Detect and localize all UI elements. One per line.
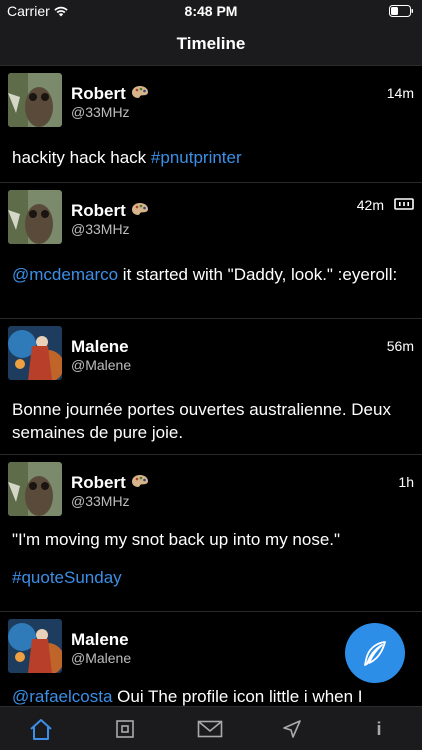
author-row: Malene	[71, 630, 129, 650]
avatar-robert[interactable]	[8, 190, 62, 244]
channels-icon	[116, 720, 134, 738]
avatar-robert[interactable]	[8, 462, 62, 516]
author-name[interactable]: Robert	[71, 201, 126, 221]
post-body: hackity hack hack #pnutprinter	[12, 146, 412, 169]
tab-home[interactable]	[26, 716, 56, 742]
author-handle: @33MHz	[71, 221, 130, 237]
author-name[interactable]: Robert	[71, 473, 126, 493]
avatar-malene[interactable]	[8, 619, 62, 673]
post-body: "I'm moving my snot back up into my nose…	[12, 530, 341, 549]
post-item[interactable]: Robert @33MHz 14m hackity hack hack #pnu…	[0, 66, 422, 183]
post-time: 1h	[398, 474, 414, 490]
author-name[interactable]: Malene	[71, 337, 129, 357]
avatar-malene[interactable]	[8, 326, 62, 380]
hashtag-link[interactable]: #quoteSunday	[12, 568, 122, 587]
author-row: Robert	[71, 473, 149, 493]
avatar-robert[interactable]	[8, 73, 62, 127]
post-item[interactable]: Robert @33MHz 42m @mcdemarco it started …	[0, 183, 422, 319]
post-body: @rafaelcosta Oui The profile icon little…	[12, 685, 412, 706]
tab-bar: i	[0, 706, 422, 750]
hashtag-link[interactable]: #pnutprinter	[151, 148, 242, 167]
messages-icon	[197, 720, 223, 738]
palette-badge-icon	[131, 202, 149, 221]
client-device-icon	[394, 197, 414, 213]
tab-info[interactable]: i	[364, 716, 394, 742]
post-meta: 42m	[357, 197, 414, 213]
info-icon: i	[376, 718, 382, 739]
home-icon	[30, 719, 52, 740]
post-body: Bonne journée portes ouvertes australien…	[12, 400, 391, 442]
compose-button[interactable]	[345, 623, 405, 683]
author-name[interactable]: Robert	[71, 84, 126, 104]
explore-icon	[283, 720, 301, 738]
battery-icon	[389, 4, 414, 20]
author-name[interactable]: Malene	[71, 630, 129, 650]
post-hashtag: #quoteSunday	[12, 566, 412, 589]
navigation-bar: Timeline	[0, 22, 422, 66]
mention-link[interactable]: @mcdemarco	[12, 265, 118, 284]
post-text: hackity hack hack	[12, 148, 151, 167]
author-handle: @33MHz	[71, 104, 130, 120]
author-row: Robert	[71, 84, 149, 104]
post-item[interactable]: Robert @33MHz 1h "I'm moving my snot bac…	[0, 455, 422, 612]
author-handle: @33MHz	[71, 493, 130, 509]
post-text: it started with "Daddy, look." :eyeroll:	[118, 265, 398, 284]
palette-badge-icon	[131, 85, 149, 104]
timeline-list[interactable]: Robert @33MHz 14m hackity hack hack #pnu…	[0, 66, 422, 706]
tab-channels[interactable]	[110, 716, 140, 742]
feather-icon	[364, 641, 386, 666]
page-title: Timeline	[176, 34, 246, 53]
author-row: Robert	[71, 201, 149, 221]
status-time: 8:48 PM	[184, 3, 238, 19]
author-row: Malene	[71, 337, 129, 357]
status-bar: Carrier 8:48 PM	[0, 0, 422, 22]
author-handle: @Malene	[71, 650, 132, 666]
tab-explore[interactable]	[277, 716, 307, 742]
mention-link[interactable]: @rafaelcosta	[12, 687, 112, 706]
post-time: 14m	[386, 85, 414, 101]
palette-badge-icon	[131, 474, 149, 493]
post-text: Oui The profile icon little i when I	[112, 687, 363, 706]
post-body: @mcdemarco it started with "Daddy, look.…	[12, 263, 412, 286]
post-time: 42m	[356, 197, 384, 213]
author-handle: @Malene	[71, 357, 132, 373]
post-item[interactable]: Malene @Malene 56m Bonne journée portes …	[0, 319, 422, 455]
post-time: 56m	[386, 338, 414, 354]
tab-messages[interactable]	[195, 716, 225, 742]
